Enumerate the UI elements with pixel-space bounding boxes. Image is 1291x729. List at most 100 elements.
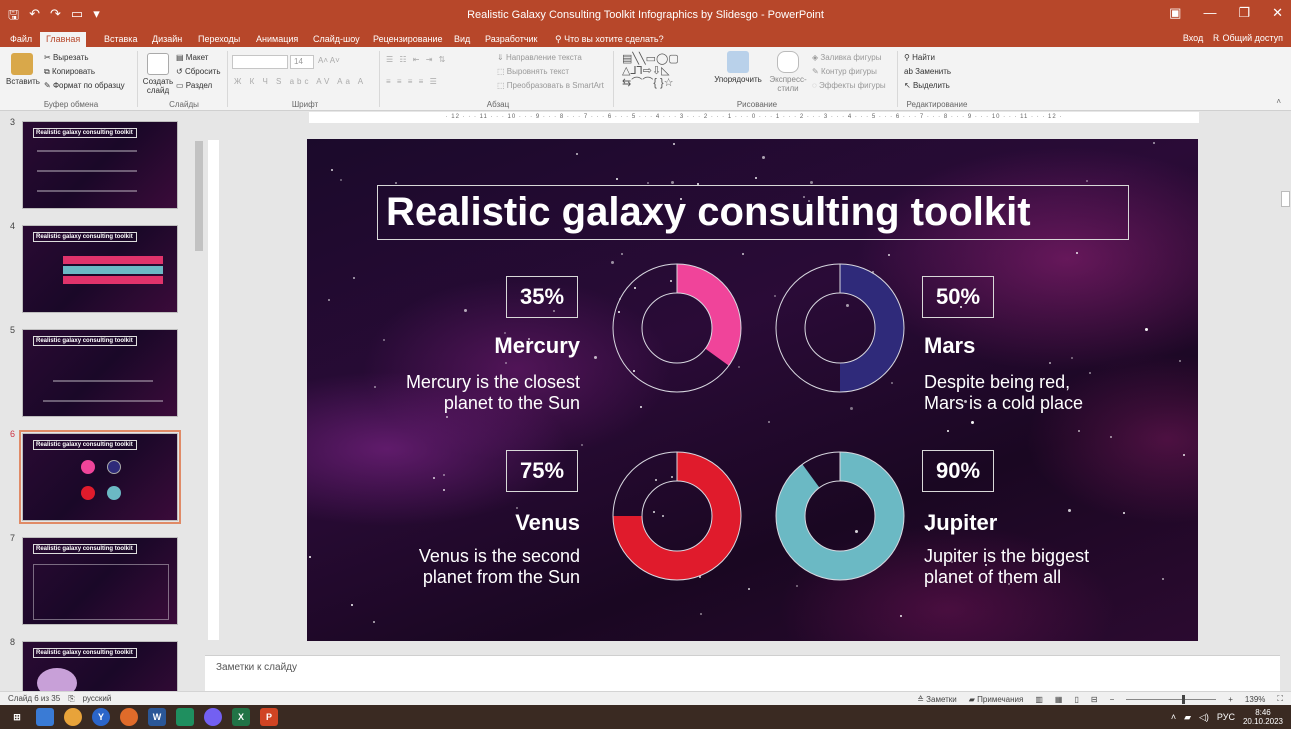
format-painter-label: Формат по образцу bbox=[52, 81, 125, 90]
chrome-icon[interactable] bbox=[64, 708, 82, 726]
word-icon[interactable]: W bbox=[148, 708, 166, 726]
donut-mars[interactable] bbox=[775, 263, 905, 393]
donut-venus[interactable] bbox=[612, 451, 742, 581]
volume-icon[interactable]: ◁) bbox=[1199, 712, 1209, 723]
tab-file[interactable]: Файл bbox=[10, 34, 32, 44]
text-direction-button[interactable]: ⇓ Направление текста bbox=[497, 53, 582, 62]
tab-view[interactable]: Вид bbox=[454, 34, 470, 44]
select-button[interactable]: ↖ Выделить bbox=[904, 81, 950, 90]
firefox-icon[interactable] bbox=[120, 708, 138, 726]
new-slide-button[interactable]: Создать слайд bbox=[142, 53, 174, 95]
explorer-icon[interactable] bbox=[36, 708, 54, 726]
yandex-icon[interactable]: Y bbox=[92, 708, 110, 726]
tab-design[interactable]: Дизайн bbox=[152, 34, 182, 44]
tray-chevron-icon[interactable]: ˄ bbox=[1171, 712, 1176, 722]
quick-styles-icon bbox=[777, 51, 799, 73]
donut-segment-mars[interactable] bbox=[840, 264, 904, 392]
close-button[interactable]: ✕ bbox=[1272, 5, 1283, 21]
thumbnail-title: Realistic galaxy consulting toolkit bbox=[33, 336, 137, 346]
zoom-out-button[interactable]: − bbox=[1110, 695, 1115, 704]
ruler-scale: · 12 · · · 11 · · · 10 · · · 9 · · · 8 ·… bbox=[309, 112, 1199, 123]
slide-sorter-icon[interactable]: ▦ bbox=[1055, 695, 1063, 704]
slide-thumbnail-active[interactable]: Realistic galaxy consulting toolkit bbox=[19, 430, 181, 524]
replace-button[interactable]: ab Заменить bbox=[904, 67, 951, 76]
notes-toggle[interactable]: ≙ Заметки bbox=[917, 695, 957, 704]
copy-button[interactable]: ⧉ Копировать bbox=[44, 67, 95, 77]
align-buttons[interactable]: ≡ ≡ ≡ ≡ ☰ bbox=[386, 77, 439, 86]
reading-view-icon[interactable]: ▯ bbox=[1074, 695, 1078, 704]
restore-button[interactable]: ❐ bbox=[1238, 5, 1250, 21]
thumbnail-title: Realistic galaxy consulting toolkit bbox=[33, 128, 137, 138]
shape-fill-button[interactable]: ◈ Заливка фигуры bbox=[812, 53, 881, 62]
donut-ring-outline bbox=[804, 480, 876, 552]
list-buttons[interactable]: ☰ ☷ ⇤ ⇥ ⇅ bbox=[386, 55, 447, 64]
collapse-ribbon-icon[interactable]: ˄ bbox=[1276, 97, 1281, 106]
slide-canvas[interactable]: Realistic galaxy consulting toolkit 35% … bbox=[307, 139, 1198, 641]
font-size-box[interactable]: 14 bbox=[290, 55, 314, 69]
grow-font-icon[interactable]: A˄ A˅ bbox=[318, 56, 340, 65]
cut-button[interactable]: ✂ Вырезать bbox=[44, 53, 89, 62]
tab-transitions[interactable]: Переходы bbox=[198, 34, 240, 44]
reset-button[interactable]: ↺ Сбросить bbox=[176, 67, 221, 76]
network-icon[interactable]: ▰ bbox=[1184, 712, 1191, 723]
tell-me-search[interactable]: ⚲ Что вы хотите сделать? bbox=[555, 34, 664, 45]
minimize-button[interactable]: — bbox=[1203, 5, 1216, 21]
thumbnail-title: Realistic galaxy consulting toolkit bbox=[33, 648, 137, 658]
smartart-button[interactable]: ⬚ Преобразовать в SmartArt bbox=[497, 81, 604, 90]
donut-jupiter[interactable] bbox=[775, 451, 905, 581]
tab-developer[interactable]: Разработчик bbox=[485, 34, 537, 44]
zoom-slider[interactable] bbox=[1126, 694, 1217, 704]
find-button[interactable]: ⚲ Найти bbox=[904, 53, 935, 62]
tab-slideshow[interactable]: Слайд-шоу bbox=[313, 34, 360, 44]
align-text-button[interactable]: ⬚ Выровнять текст bbox=[497, 67, 569, 76]
comments-toggle-label: Примечания bbox=[977, 694, 1024, 704]
paste-button[interactable]: Вставить bbox=[6, 53, 40, 86]
shapes-gallery[interactable]: ▤╲╲▭◯▢ △⅃⅂⇨⇩◺ ⇆⌒⌒{ }☆ bbox=[622, 53, 679, 89]
language-indicator[interactable]: русский bbox=[83, 694, 112, 704]
shape-effects-button[interactable]: ◌ Эффекты фигуры bbox=[812, 81, 886, 90]
ribbon-display-options-icon[interactable]: ▣ bbox=[1169, 5, 1181, 21]
arrange-button[interactable]: Упорядочить bbox=[708, 51, 768, 84]
font-format-buttons[interactable]: Ж К Ч S abc AV Aa A bbox=[234, 77, 366, 86]
viber-icon[interactable] bbox=[204, 708, 222, 726]
slide-vertical-scrollbar[interactable] bbox=[1280, 111, 1291, 655]
slide-thumbnail[interactable]: Realistic galaxy consulting toolkit bbox=[22, 121, 178, 209]
powerpoint-icon[interactable]: P bbox=[260, 708, 278, 726]
thumbnail-title: Realistic galaxy consulting toolkit bbox=[33, 544, 137, 554]
donut-mercury[interactable] bbox=[612, 263, 742, 393]
tab-animation[interactable]: Анимация bbox=[256, 34, 298, 44]
slideshow-icon[interactable]: ⊟ bbox=[1091, 695, 1098, 704]
section-button[interactable]: ▭ Раздел bbox=[176, 81, 212, 90]
app-green-icon[interactable] bbox=[176, 708, 194, 726]
comments-toggle[interactable]: ▰ Примечания bbox=[969, 695, 1024, 704]
slide-thumbnail[interactable]: Realistic galaxy consulting toolkit bbox=[22, 225, 178, 313]
layout-button[interactable]: ▤ Макет bbox=[176, 53, 208, 62]
notes-pane[interactable]: Заметки к слайду bbox=[205, 655, 1280, 691]
group-font: 14 A˄ A˅ Ж К Ч S abc AV Aa A Шрифт bbox=[230, 49, 380, 109]
sign-in-link[interactable]: Вход bbox=[1183, 33, 1203, 44]
thumbnails-scrollbar[interactable] bbox=[194, 111, 204, 691]
format-painter-button[interactable]: ✎ Формат по образцу bbox=[44, 81, 125, 90]
font-name-box[interactable] bbox=[232, 55, 288, 69]
fit-slide-icon[interactable]: ⛶ bbox=[1277, 694, 1283, 704]
group-drawing: ▤╲╲▭◯▢ △⅃⅂⇨⇩◺ ⇆⌒⌒{ }☆ Упорядочить Экспресс… bbox=[616, 49, 898, 109]
clock[interactable]: 8:46 20.10.2023 bbox=[1243, 708, 1283, 726]
share-button[interactable]: Ꭱ Общий доступ bbox=[1213, 33, 1283, 44]
slide-thumbnail[interactable]: Realistic galaxy consulting toolkit bbox=[22, 537, 178, 625]
excel-icon[interactable]: X bbox=[232, 708, 250, 726]
normal-view-icon[interactable]: ▥ bbox=[1035, 695, 1043, 704]
tab-insert[interactable]: Вставка bbox=[104, 34, 137, 44]
input-language[interactable]: РУС bbox=[1217, 712, 1235, 722]
zoom-level[interactable]: 139% bbox=[1245, 695, 1265, 704]
vertical-ruler bbox=[207, 124, 221, 644]
quick-styles-button[interactable]: Экспресс-стили bbox=[768, 51, 808, 93]
donut-ring-outline bbox=[804, 292, 876, 364]
spellcheck-icon[interactable]: ⎘ bbox=[68, 694, 74, 704]
windows-start-icon[interactable]: ⊞ bbox=[8, 708, 26, 726]
tab-home[interactable]: Главная bbox=[40, 32, 87, 47]
tab-review[interactable]: Рецензирование bbox=[373, 34, 443, 44]
zoom-in-button[interactable]: + bbox=[1228, 695, 1233, 704]
new-slide-icon bbox=[147, 53, 169, 75]
shape-outline-button[interactable]: ✎ Контур фигуры bbox=[812, 67, 877, 76]
slide-thumbnail[interactable]: Realistic galaxy consulting toolkit bbox=[22, 329, 178, 417]
